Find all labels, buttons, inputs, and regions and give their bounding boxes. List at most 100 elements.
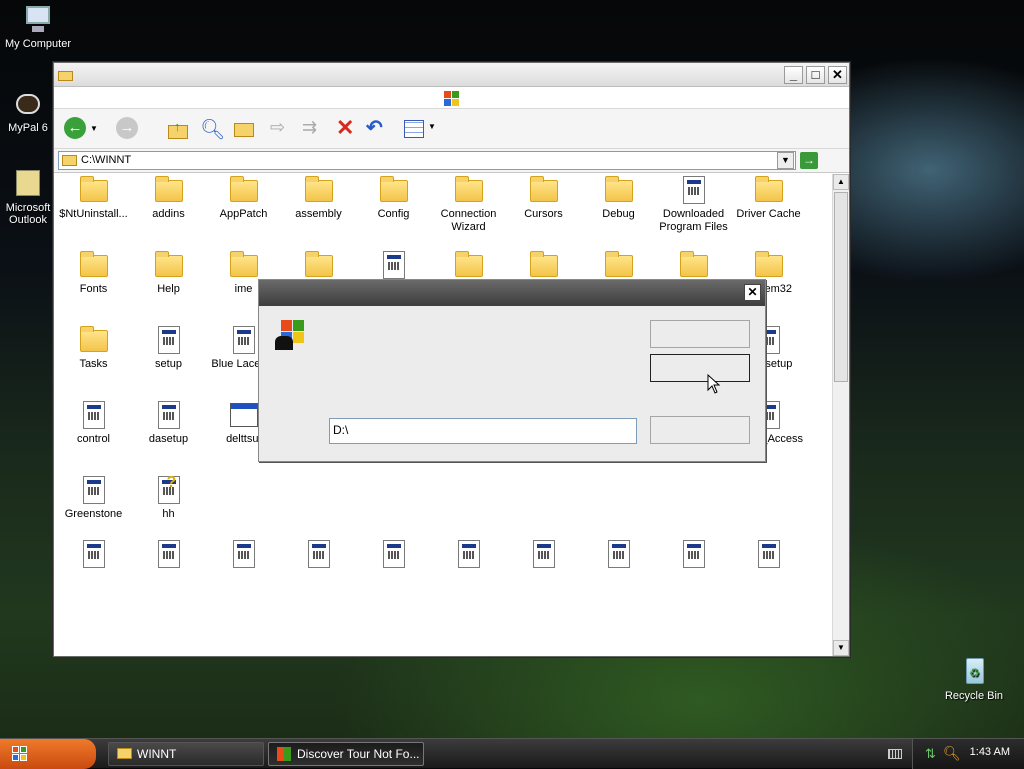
toolbar: ← ▼ → ↑ 🔍︎ ⇨ ⇉ ✕ ↶ ▼ (54, 109, 849, 149)
keyboard-icon[interactable] (888, 749, 902, 759)
document-icon (303, 538, 335, 570)
undo-icon[interactable]: ↶ (366, 117, 390, 141)
minimize-button[interactable]: _ (784, 66, 803, 84)
folder-icon (153, 174, 185, 206)
system-tray: ⇅ 🔍︎ 1:43 AM (912, 739, 1024, 769)
help-file-icon: ? (153, 474, 185, 506)
desktop-icon-label: Microsoft Outlook (5, 202, 51, 226)
folders-icon[interactable] (232, 117, 256, 141)
file-item-label: AppPatch (219, 208, 268, 220)
network-icon[interactable]: ⇅ (925, 746, 936, 762)
file-item[interactable]: $NtUninstall... (56, 174, 131, 221)
file-item[interactable] (131, 538, 206, 570)
views-icon[interactable]: ▼ (404, 117, 438, 141)
file-item[interactable]: Driver Cache (731, 174, 806, 221)
file-item[interactable]: ? hh (131, 474, 206, 521)
search-icon[interactable]: 🔍︎ (200, 117, 225, 141)
file-item[interactable]: setup (131, 324, 206, 371)
folder-icon (603, 249, 635, 281)
scroll-down-arrow[interactable]: ▼ (833, 640, 849, 656)
desktop-icon-my-computer[interactable]: My Computer (0, 4, 76, 50)
taskbar: WINNT Discover Tour Not Fo... ⇅ 🔍︎ 1:43 … (0, 738, 1024, 769)
folder-icon (78, 324, 110, 356)
file-item[interactable]: assembly (281, 174, 356, 221)
go-arrow-button[interactable]: → (800, 152, 818, 169)
my-computer-icon (22, 4, 54, 36)
desktop-icon-outlook[interactable]: Microsoft Outlook (0, 168, 56, 226)
file-item-label: Cursors (524, 208, 563, 220)
back-arrow-icon[interactable]: ← (64, 117, 88, 141)
file-item[interactable]: dasetup (131, 399, 206, 446)
search-tray-icon[interactable]: 🔍︎ (943, 745, 961, 762)
file-item-label: Greenstone (64, 508, 123, 520)
file-item[interactable]: Connection Wizard (431, 174, 506, 234)
discover-flag-icon (277, 747, 291, 761)
desktop-icon-recycle-bin[interactable]: ♻ Recycle Bin (936, 656, 1012, 702)
document-icon (78, 474, 110, 506)
file-item[interactable]: Config (356, 174, 431, 221)
file-item[interactable] (656, 538, 731, 570)
maximize-button[interactable]: □ (806, 66, 825, 84)
file-item[interactable]: Debug (581, 174, 656, 221)
outlook-icon (12, 168, 44, 200)
taskbar-button-discover[interactable]: Discover Tour Not Fo... (268, 742, 424, 766)
desktop-icon-mypal[interactable]: MyPal 6 (0, 88, 56, 134)
address-folder-icon (62, 155, 77, 166)
file-item[interactable]: AppPatch (206, 174, 281, 221)
file-item[interactable]: control (56, 399, 131, 446)
dialog-button-1[interactable] (650, 320, 750, 348)
run-dialog: ✕ D:\ (258, 279, 766, 462)
window-titlebar[interactable]: _ □ ✕ (54, 63, 849, 87)
dialog-button-2[interactable] (650, 354, 750, 382)
document-icon (678, 538, 710, 570)
address-input[interactable]: C:\WINNT (58, 151, 796, 170)
desktop-icon-label: MyPal 6 (8, 122, 48, 134)
file-item[interactable] (206, 538, 281, 570)
dialog-button-3[interactable] (650, 416, 750, 444)
file-item[interactable] (581, 538, 656, 570)
file-item-label: $NtUninstall... (59, 208, 128, 220)
file-item[interactable]: Help (131, 249, 206, 296)
document-icon (378, 249, 410, 281)
close-button[interactable]: ✕ (828, 66, 847, 84)
taskbar-button-winnt[interactable]: WINNT (108, 742, 264, 766)
vertical-scrollbar[interactable]: ▲ ▼ (832, 174, 849, 656)
folder-icon (228, 249, 260, 281)
address-dropdown-button[interactable]: ▼ (777, 152, 794, 169)
discover-flag-icon (273, 320, 307, 352)
up-folder-icon[interactable]: ↑ (166, 117, 190, 141)
folder-icon (78, 249, 110, 281)
file-item[interactable] (731, 538, 806, 570)
file-item[interactable] (506, 538, 581, 570)
back-dropdown-icon[interactable]: ▼ (90, 117, 100, 141)
dialog-close-button[interactable]: ✕ (744, 284, 761, 301)
path-input[interactable]: D:\ (329, 418, 637, 444)
file-item[interactable]: Fonts (56, 249, 131, 296)
file-item[interactable]: Cursors (506, 174, 581, 221)
forward-arrow-icon[interactable]: → (116, 117, 140, 141)
file-item[interactable]: Tasks (56, 324, 131, 371)
file-item[interactable]: addins (131, 174, 206, 221)
file-item[interactable]: Greenstone (56, 474, 131, 521)
folder-icon (528, 174, 560, 206)
folder-icon (528, 249, 560, 281)
mypal-icon (12, 88, 44, 120)
file-item-label: Config (377, 208, 410, 220)
file-item[interactable] (56, 538, 131, 570)
scrollbar-thumb[interactable] (834, 192, 848, 382)
file-item[interactable] (356, 538, 431, 570)
scroll-up-arrow[interactable]: ▲ (833, 174, 849, 190)
file-item[interactable]: Downloaded Program Files (656, 174, 731, 234)
file-item-label: assembly (295, 208, 342, 220)
folder-icon (753, 249, 785, 281)
copy-to-icon[interactable]: ⇉ (302, 117, 326, 141)
file-item[interactable] (281, 538, 356, 570)
dialog-titlebar[interactable]: ✕ (259, 280, 765, 306)
file-item-label: Driver Cache (736, 208, 801, 220)
folder-icon (753, 174, 785, 206)
desktop-icon-label: My Computer (4, 38, 72, 50)
file-item[interactable] (431, 538, 506, 570)
start-button[interactable] (0, 739, 96, 769)
delete-icon[interactable]: ✕ (336, 117, 360, 141)
move-to-icon[interactable]: ⇨ (270, 117, 294, 141)
